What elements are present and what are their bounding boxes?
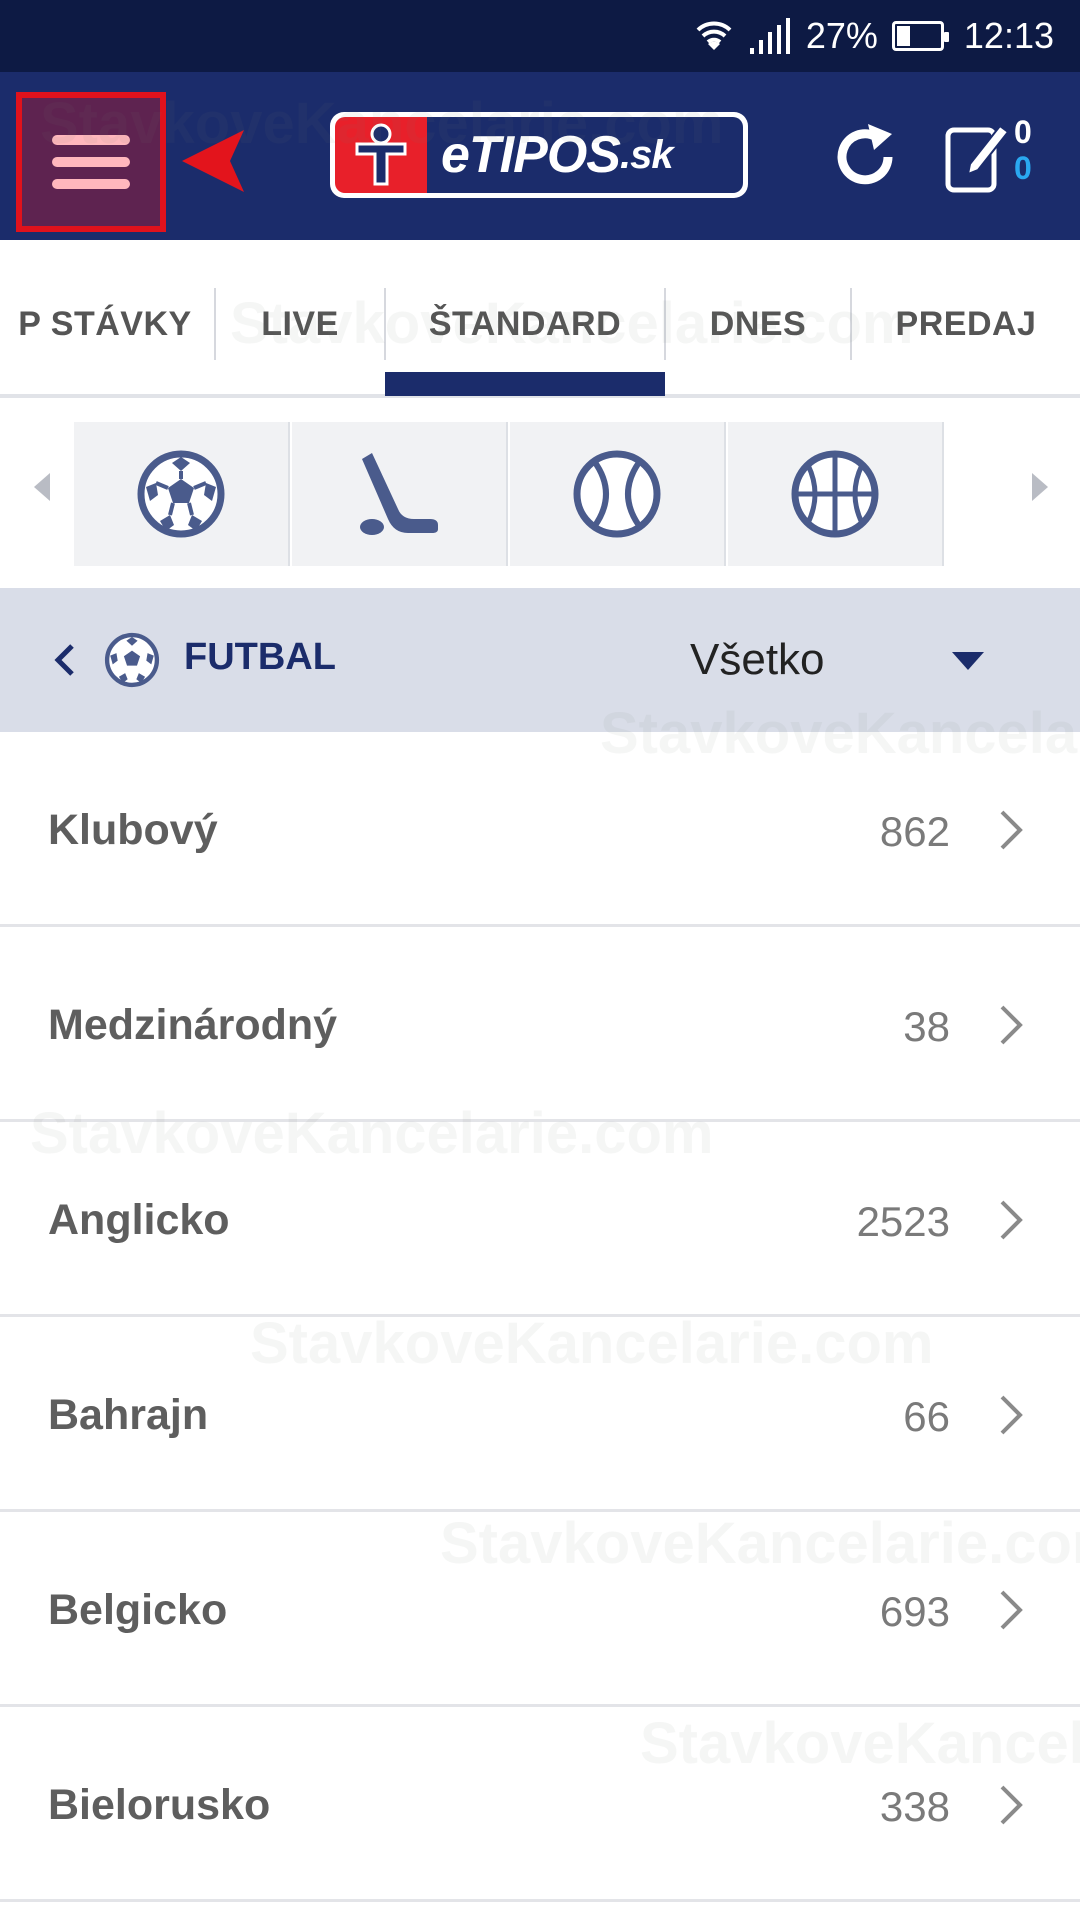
category-label: Medzinárodný	[48, 1001, 338, 1049]
list-item[interactable]: Anglicko 2523	[0, 1122, 1080, 1317]
chevron-right-icon	[1000, 1785, 1023, 1825]
menu-icon-bar	[52, 135, 130, 145]
tab-live[interactable]: LIVE	[216, 288, 384, 360]
chevron-right-icon	[1000, 1395, 1023, 1435]
sport-title: FUTBAL	[184, 636, 336, 678]
category-label: Anglicko	[48, 1196, 230, 1244]
sport-football[interactable]	[74, 422, 290, 566]
signal-icon	[749, 18, 790, 54]
sport-selector	[0, 402, 1080, 566]
category-list: Klubový 862 Medzinárodný 38 Anglicko 252…	[0, 732, 1080, 1902]
sport-tennis[interactable]	[510, 422, 726, 566]
scroll-right-icon[interactable]	[1024, 467, 1054, 507]
tab-standard[interactable]: ŠTANDARD	[386, 288, 664, 360]
chevron-right-icon	[1000, 1005, 1023, 1045]
red-pointer-arrow-icon	[182, 130, 244, 192]
category-count: 66	[903, 1393, 950, 1440]
category-label: Bielorusko	[48, 1781, 271, 1829]
category-label: Belgicko	[48, 1586, 228, 1634]
status-bar: 27% 12:13	[0, 0, 1080, 72]
chevron-right-icon	[1000, 810, 1023, 850]
chevron-right-icon	[1000, 1200, 1023, 1240]
category-label: Klubový	[48, 806, 218, 854]
betslip-counter: 0 0	[1014, 114, 1032, 186]
back-chevron-icon[interactable]	[50, 640, 80, 680]
betslip-count-primary: 0	[1014, 114, 1032, 150]
tab-predaj[interactable]: PREDAJ	[852, 288, 1080, 360]
list-item[interactable]: Belgicko 693	[0, 1512, 1080, 1707]
list-item[interactable]: Bahrajn 66	[0, 1317, 1080, 1512]
menu-icon-bar	[52, 179, 130, 189]
category-count: 338	[879, 1783, 950, 1830]
logo-suffix: .sk	[619, 132, 674, 177]
hamburger-menu-button[interactable]	[16, 92, 166, 232]
battery-percent: 27%	[805, 15, 878, 56]
betslip-icon[interactable]	[944, 116, 1014, 196]
basketball-icon	[791, 450, 879, 538]
category-count: 2523	[856, 1198, 950, 1245]
dropdown-arrow-icon	[952, 652, 984, 670]
sport-hockey[interactable]	[292, 422, 508, 566]
soccer-ball-icon	[137, 450, 225, 538]
etipos-logo[interactable]: eTIPOS .sk	[330, 112, 748, 198]
menu-icon-bar	[52, 157, 130, 167]
refresh-icon[interactable]	[828, 120, 902, 194]
hockey-stick-icon	[360, 453, 438, 535]
list-item[interactable]: Bielorusko 338	[0, 1707, 1080, 1902]
tab-bar: P STÁVKY LIVE ŠTANDARD DNES PREDAJ	[0, 240, 1080, 398]
tennis-ball-icon	[573, 450, 661, 538]
active-tab-indicator	[385, 372, 665, 396]
category-count: 862	[879, 808, 950, 855]
clock: 12:13	[963, 15, 1054, 56]
app-header: eTIPOS .sk 0 0	[0, 72, 1080, 240]
category-label: Bahrajn	[48, 1391, 209, 1439]
category-count: 693	[879, 1588, 950, 1635]
sport-basketball[interactable]	[728, 422, 944, 566]
battery-icon	[891, 21, 949, 51]
sport-subheader: FUTBAL Všetko	[0, 588, 1080, 732]
filter-dropdown[interactable]: Všetko	[690, 624, 1030, 696]
wifi-icon	[696, 21, 732, 50]
category-count: 38	[903, 1003, 950, 1050]
betslip-count-secondary: 0	[1014, 150, 1032, 186]
logo-mark-icon	[335, 117, 427, 193]
list-item[interactable]: Klubový 862	[0, 732, 1080, 927]
scroll-left-icon[interactable]	[28, 467, 58, 507]
soccer-ball-icon	[104, 632, 160, 688]
tab-dnes[interactable]: DNES	[666, 288, 850, 360]
filter-value: Všetko	[690, 635, 825, 684]
list-item[interactable]: Medzinárodný 38	[0, 927, 1080, 1122]
logo-text: eTIPOS	[441, 126, 621, 184]
chevron-right-icon	[1000, 1590, 1023, 1630]
tab-top-stavky[interactable]: P STÁVKY	[0, 288, 212, 360]
